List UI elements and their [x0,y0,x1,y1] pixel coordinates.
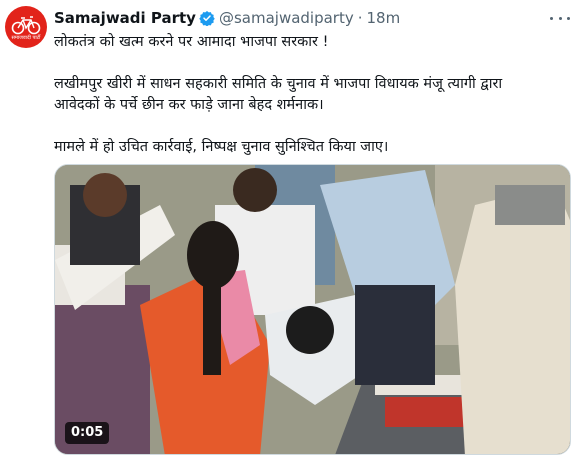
dot [550,16,553,20]
tweet-header: Samajwadi Party @samajwadiparty · 18m [54,8,400,28]
tweet-text-line: लोकतंत्र को खत्म करने पर आमादा भाजपा सरक… [54,34,329,50]
tweet-text: लोकतंत्र को खत्म करने पर आमादा भाजपा सरक… [54,32,574,158]
separator-dot: · [357,9,363,27]
author-handle[interactable]: @samajwadiparty [219,9,354,27]
more-options-icon[interactable] [550,10,570,26]
tweet-text-line: लखीमपुर खीरी में साधन सहकारी समिति के चु… [54,76,503,92]
tweet-text-line: आवेदकों के पर्चे छीन कर फाड़े जाना बेहद … [54,97,324,113]
dot [558,16,562,20]
tweet-timestamp[interactable]: 18m [367,9,401,27]
avatar-logo-text: समाजवादी पार्टी [11,35,41,41]
video-duration-badge: 0:05 [65,422,110,444]
video-player[interactable]: 0:05 [54,164,571,455]
author-name[interactable]: Samajwadi Party [54,9,196,27]
tweet-text-line: मामले में हो उचित कार्रवाई, निष्पक्ष चुन… [54,139,389,155]
avatar[interactable]: समाजवादी पार्टी [5,6,47,48]
dot [567,16,570,20]
bicycle-icon [11,16,41,35]
verified-badge-icon [199,11,215,26]
video-thumbnail [55,165,570,454]
